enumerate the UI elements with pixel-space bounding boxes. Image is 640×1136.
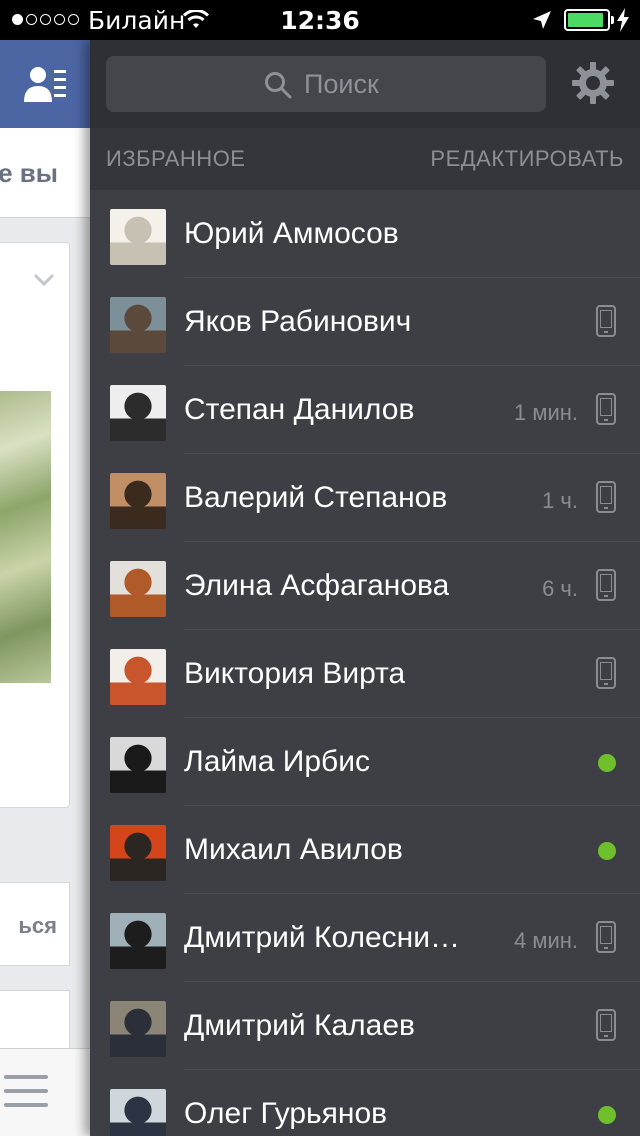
- last-active-time: 1 ч.: [542, 488, 578, 513]
- contact-row[interactable]: Лайма Ирбис: [90, 718, 640, 806]
- battery-icon: [564, 9, 614, 31]
- favorites-section-header: ИЗБРАННОЕ РЕДАКТИРОВАТЬ: [90, 128, 640, 190]
- chat-sidebar: Поиск ИЗБРАННОЕ РЕДАКТИРОВАТЬ Юрий Аммос…: [90, 40, 640, 1136]
- last-active-time: 6 ч.: [542, 576, 578, 601]
- online-status-dot: [598, 754, 616, 772]
- avatar: [110, 473, 166, 529]
- contact-list: Юрий Аммосов Яков Рабинович Степан Данил…: [90, 190, 640, 1136]
- chevron-down-icon[interactable]: [33, 273, 55, 287]
- avatar: [110, 825, 166, 881]
- contact-row[interactable]: Степан Данилов 1 мин.: [90, 366, 640, 454]
- mobile-phone-icon: [596, 305, 616, 337]
- feed-header: [0, 40, 90, 128]
- avatar: [110, 561, 166, 617]
- mobile-phone-icon: [596, 393, 616, 425]
- contact-name: Олег Гурьянов: [184, 1097, 388, 1130]
- avatar: [110, 1089, 166, 1136]
- contact-row[interactable]: Дмитрий Калаев: [90, 982, 640, 1070]
- menu-icon[interactable]: [4, 1075, 48, 1111]
- location-arrow-icon: [533, 11, 551, 29]
- search-input[interactable]: Поиск: [106, 56, 546, 112]
- contact-row[interactable]: Михаил Авилов: [90, 806, 640, 894]
- edit-button[interactable]: РЕДАКТИРОВАТЬ: [430, 146, 624, 172]
- contact-row[interactable]: Яков Рабинович: [90, 278, 640, 366]
- contact-row[interactable]: Юрий Аммосов: [90, 190, 640, 278]
- feed-tab-bar: е вы: [0, 128, 90, 218]
- avatar: [110, 737, 166, 793]
- news-feed-panel: е вы ься: [0, 40, 90, 1136]
- post-photo[interactable]: [0, 391, 51, 683]
- last-active-time: 4 мин.: [513, 928, 578, 953]
- share-action-label[interactable]: ься: [18, 913, 57, 939]
- feed-bottom-bar: [0, 1048, 90, 1136]
- contact-name: Элина Асфаганова: [184, 569, 450, 602]
- post-action-bar: ься: [0, 882, 70, 966]
- search-placeholder: Поиск: [304, 69, 379, 99]
- feed-post-card[interactable]: [0, 990, 70, 1050]
- mobile-phone-icon: [596, 1009, 616, 1041]
- online-status-dot: [598, 1106, 616, 1124]
- avatar: [110, 649, 166, 705]
- gear-icon[interactable]: [572, 62, 614, 104]
- contact-name: Виктория Вирта: [184, 657, 406, 690]
- feed-tab-label[interactable]: е вы: [0, 158, 58, 189]
- contact-row[interactable]: Валерий Степанов 1 ч.: [90, 454, 640, 542]
- avatar: [110, 913, 166, 969]
- last-active-time: 1 мин.: [513, 400, 578, 425]
- contact-name: Яков Рабинович: [184, 305, 412, 338]
- contact-row[interactable]: Олег Гурьянов: [90, 1070, 640, 1136]
- mobile-phone-icon: [596, 569, 616, 601]
- favorites-title: ИЗБРАННОЕ: [106, 146, 246, 171]
- contact-name: Дмитрий Колесни…: [184, 921, 460, 954]
- charging-bolt-icon: [617, 8, 629, 32]
- status-bar: Билайн 12:36: [0, 0, 640, 40]
- avatar: [110, 209, 166, 265]
- mobile-phone-icon: [596, 657, 616, 689]
- avatar: [110, 297, 166, 353]
- mobile-phone-icon: [596, 921, 616, 953]
- contact-row[interactable]: Элина Асфаганова 6 ч.: [90, 542, 640, 630]
- contact-row[interactable]: Дмитрий Колесни… 4 мин.: [90, 894, 640, 982]
- mobile-phone-icon: [596, 481, 616, 513]
- avatar: [110, 1001, 166, 1057]
- friend-requests-icon[interactable]: [24, 64, 68, 104]
- feed-post-card[interactable]: [0, 242, 70, 808]
- contact-name: Степан Данилов: [184, 393, 415, 426]
- chat-header: Поиск: [90, 40, 640, 128]
- contact-name: Лайма Ирбис: [184, 745, 370, 778]
- contact-row[interactable]: Виктория Вирта: [90, 630, 640, 718]
- contact-name: Дмитрий Калаев: [184, 1009, 415, 1042]
- contact-name: Михаил Авилов: [184, 833, 403, 866]
- avatar: [110, 385, 166, 441]
- contact-name: Юрий Аммосов: [184, 217, 399, 250]
- online-status-dot: [598, 842, 616, 860]
- contact-name: Валерий Степанов: [184, 481, 448, 514]
- search-icon: [265, 72, 292, 99]
